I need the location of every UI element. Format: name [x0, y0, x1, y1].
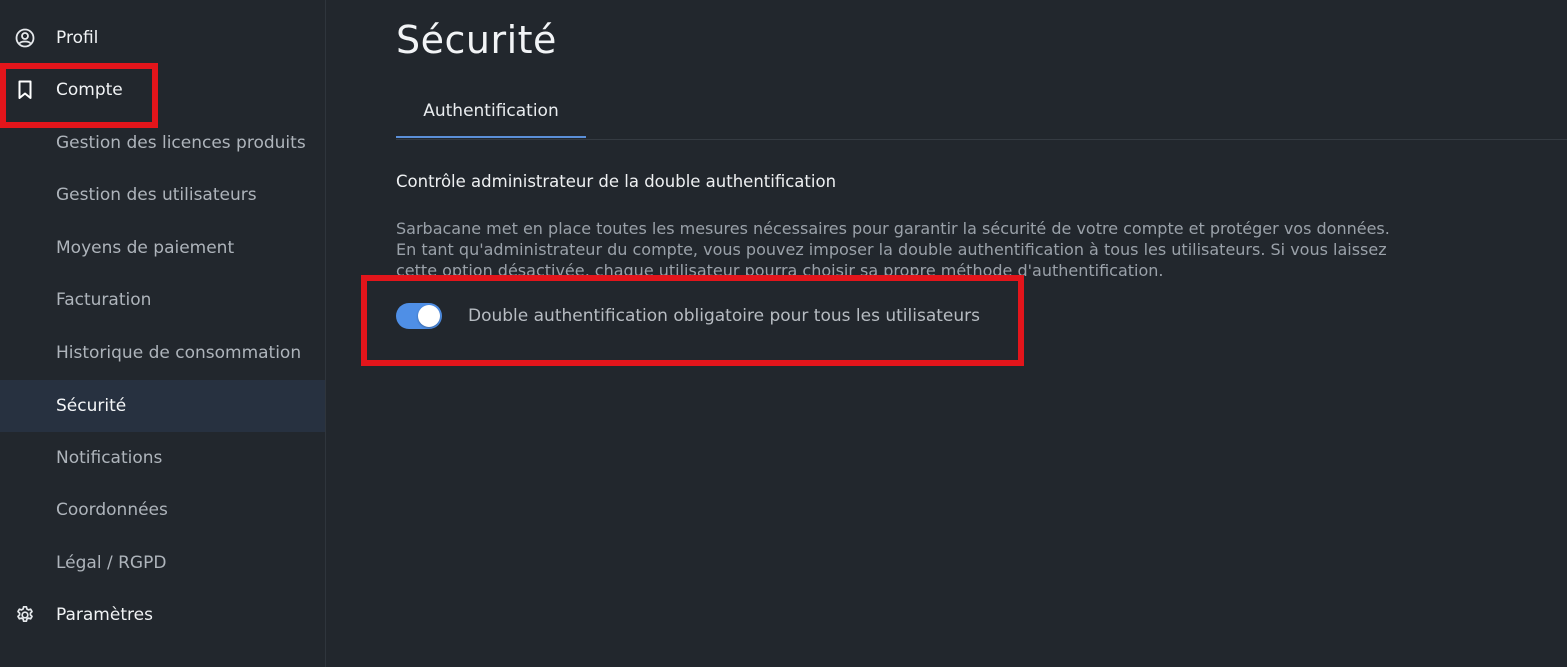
toggle-label: Double authentification obligatoire pour… [468, 306, 980, 326]
sidebar-item-paiement[interactable]: Moyens de paiement [0, 222, 325, 274]
section-title: Contrôle administrateur de la double aut… [396, 172, 837, 191]
sidebar-item-historique[interactable]: Historique de consommation [0, 327, 325, 379]
section-description: Sarbacane met en place toutes les mesure… [396, 219, 1390, 276]
sidebar-item-securite[interactable]: Sécurité [0, 380, 325, 432]
sidebar-item-label: Notifications [56, 448, 163, 468]
sidebar-item-coordonnees[interactable]: Coordonnées [0, 484, 325, 536]
toggle-row: Double authentification obligatoire pour… [396, 298, 980, 334]
sidebar-item-facturation[interactable]: Facturation [0, 274, 325, 326]
sidebar-item-parametres[interactable]: Paramètres [0, 589, 325, 641]
sidebar-item-label: Facturation [56, 290, 152, 310]
page-title: Sécurité [396, 18, 557, 62]
sidebar: Profil Compte Gestion des licences produ… [0, 0, 326, 667]
main-content: Sécurité Authentification Contrôle admin… [326, 0, 1567, 667]
sidebar-item-label: Compte [56, 80, 123, 100]
bookmark-icon [14, 79, 36, 101]
sidebar-item-utilisateurs[interactable]: Gestion des utilisateurs [0, 169, 325, 221]
sidebar-item-licences[interactable]: Gestion des licences produits [0, 117, 325, 169]
sidebar-item-label: Moyens de paiement [56, 238, 235, 258]
tab-authentification[interactable]: Authentification [396, 86, 586, 138]
sidebar-item-label: Gestion des utilisateurs [56, 185, 257, 205]
app-window: Profil Compte Gestion des licences produ… [0, 0, 1567, 667]
sidebar-item-label: Paramètres [56, 605, 153, 625]
sidebar-item-profil[interactable]: Profil [0, 12, 325, 64]
sidebar-item-label: Profil [56, 28, 99, 48]
sidebar-item-legal[interactable]: Légal / RGPD [0, 537, 325, 589]
toggle-knob [418, 305, 440, 327]
sidebar-item-notifications[interactable]: Notifications [0, 432, 325, 484]
sidebar-item-label: Sécurité [56, 396, 127, 416]
sidebar-item-label: Gestion des licences produits [56, 133, 306, 153]
gear-icon [14, 604, 36, 626]
sidebar-item-compte[interactable]: Compte [0, 64, 325, 116]
sidebar-item-label: Historique de consommation [56, 343, 302, 363]
sidebar-item-label: Coordonnées [56, 500, 168, 520]
sidebar-item-label: Légal / RGPD [56, 553, 167, 573]
user-circle-icon [14, 27, 36, 49]
tab-bar: Authentification [396, 86, 1567, 140]
two-factor-toggle[interactable] [396, 303, 442, 329]
